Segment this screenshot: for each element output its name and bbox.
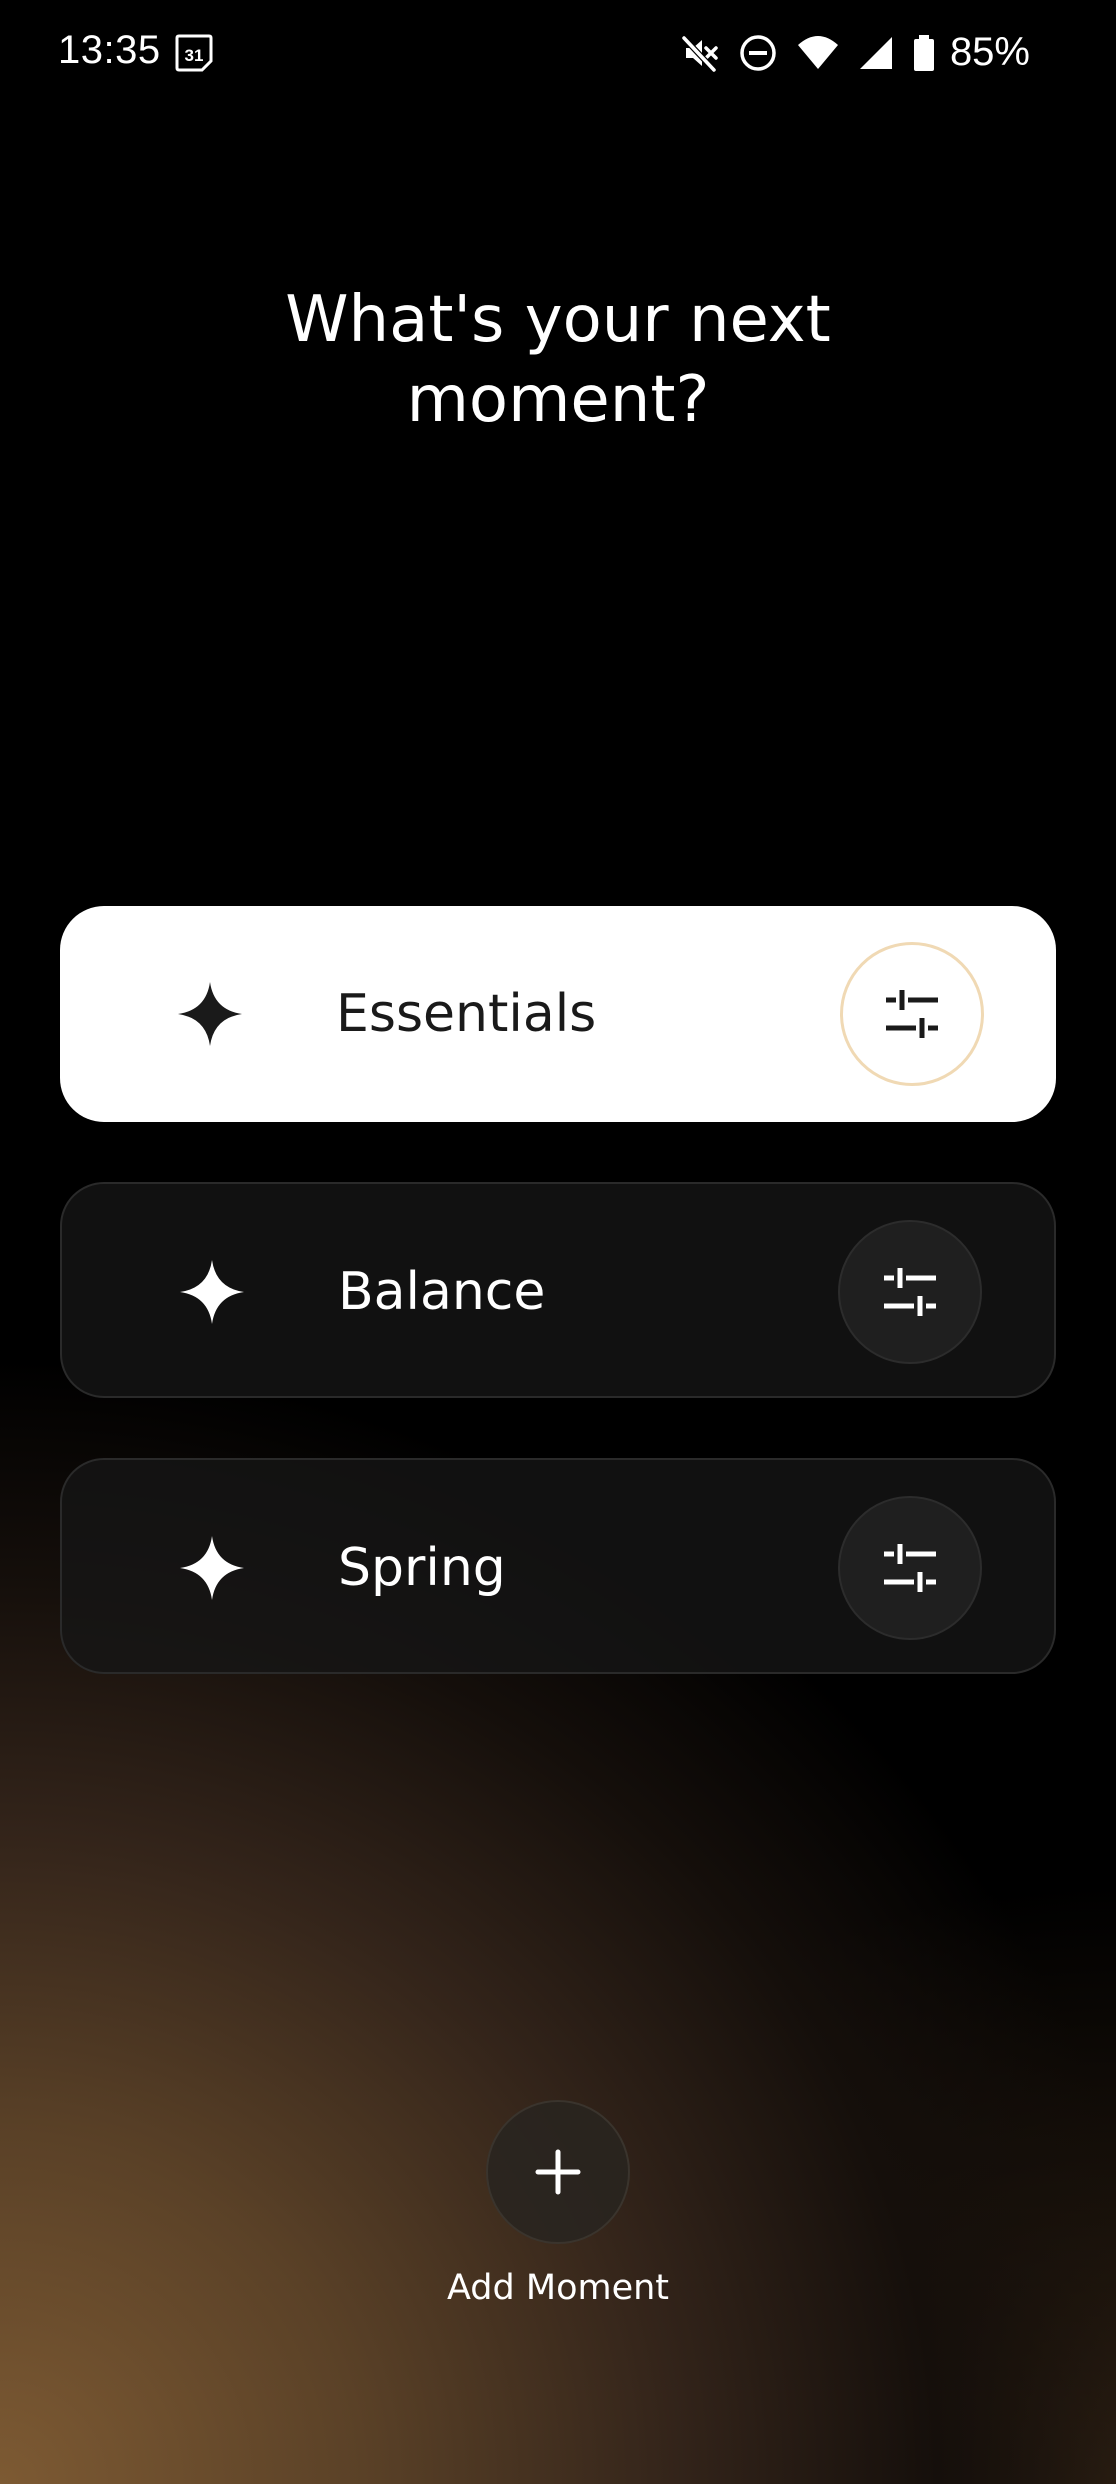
tune-icon (884, 1544, 936, 1592)
battery-icon (913, 34, 934, 71)
calendar-day: 31 (185, 46, 204, 65)
page-title: What's your next moment? (285, 283, 831, 437)
add-moment-label: Add Moment (446, 2268, 670, 2308)
status-time: 13:35 (58, 28, 161, 72)
moment-card-spring[interactable]: Spring (60, 1458, 1056, 1674)
calendar-icon: 31 (175, 34, 213, 72)
moment-card-balance[interactable]: Balance (60, 1182, 1056, 1398)
add-moment-button[interactable] (486, 2100, 630, 2244)
moment-card-essentials[interactable]: Essentials (60, 906, 1056, 1122)
battery-percent: 85% (949, 30, 1030, 74)
tune-icon (884, 1268, 936, 1316)
tune-icon (886, 990, 938, 1038)
moment-label: Essentials (336, 984, 597, 1044)
status-bar: 13:35 31 85% (0, 0, 1116, 110)
sparkle-icon (180, 1536, 244, 1600)
moment-label: Balance (338, 1262, 546, 1322)
mute-icon (681, 35, 718, 72)
moment-label: Spring (338, 1538, 506, 1598)
cell-signal-icon (859, 36, 892, 69)
sparkle-icon (180, 1260, 244, 1324)
sparkle-icon (178, 982, 242, 1046)
do-not-disturb-icon (740, 34, 776, 71)
status-icons: 85% (680, 30, 1030, 75)
wifi-icon (797, 35, 838, 69)
plus-icon (535, 2149, 581, 2195)
tune-button[interactable] (838, 1220, 982, 1364)
tune-button[interactable] (838, 1496, 982, 1640)
tune-button[interactable] (840, 942, 984, 1086)
